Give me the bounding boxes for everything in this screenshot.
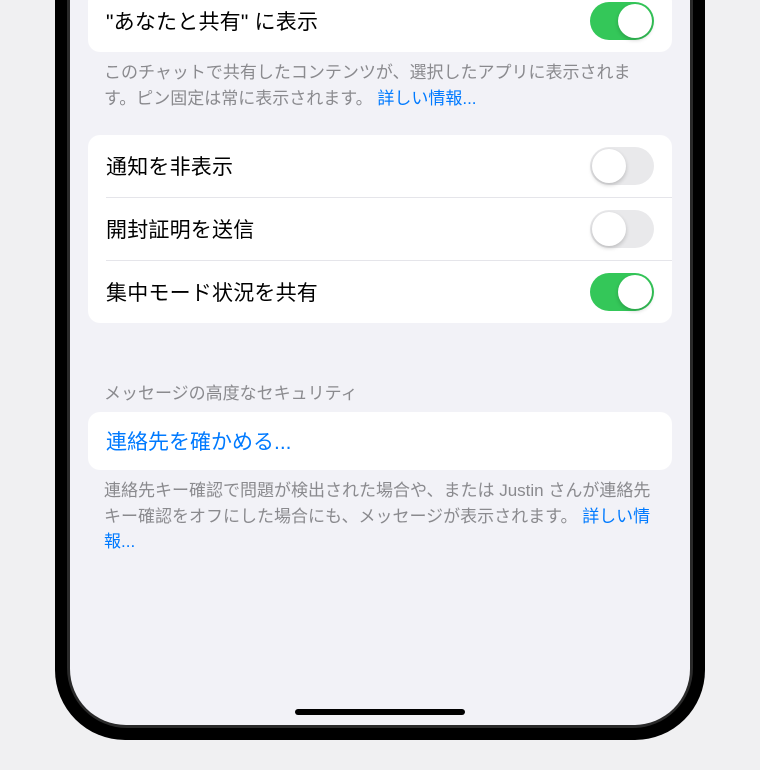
share-focus-row: 集中モード状況を共有 [106, 260, 672, 323]
shared-with-you-toggle[interactable] [590, 2, 654, 40]
toggle-knob [592, 149, 626, 183]
shared-with-you-card: "あなたと共有" に表示 [88, 0, 672, 52]
shared-with-you-row: "あなたと共有" に表示 [88, 0, 672, 52]
read-receipts-label: 開封証明を送信 [106, 214, 254, 244]
verify-contact-card: 連絡先を確かめる... [88, 412, 672, 470]
footer-description: 連絡先キー確認で問題が検出された場合や、または Justin さんが連絡先キー確… [104, 481, 650, 526]
read-receipts-row: 開封証明を送信 [106, 197, 672, 260]
toggle-knob [618, 4, 652, 38]
notifications-card: 通知を非表示 開封証明を送信 集中モード状況を共有 [88, 135, 672, 323]
share-focus-toggle[interactable] [590, 273, 654, 311]
advanced-security-header: メッセージの高度なセキュリティ [70, 379, 690, 412]
more-info-link[interactable]: 詳しい情報... [377, 89, 476, 108]
home-indicator[interactable] [295, 709, 465, 715]
toggle-knob [592, 212, 626, 246]
hide-alerts-label: 通知を非表示 [106, 151, 233, 181]
phone-frame: "あなたと共有" に表示 このチャットで共有したコンテンツが、選択したアプリに表… [55, 0, 705, 740]
shared-with-you-footer: このチャットで共有したコンテンツが、選択したアプリに表示されます。ピン固定は常に… [70, 52, 690, 111]
phone-screen: "あなたと共有" に表示 このチャットで共有したコンテンツが、選択したアプリに表… [70, 0, 690, 725]
share-focus-label: 集中モード状況を共有 [106, 277, 318, 307]
footer-description: このチャットで共有したコンテンツが、選択したアプリに表示されます。ピン固定は常に… [104, 63, 631, 108]
toggle-knob [618, 275, 652, 309]
verify-contact-row[interactable]: 連絡先を確かめる... [88, 412, 672, 470]
hide-alerts-toggle[interactable] [590, 147, 654, 185]
verify-contact-label: 連絡先を確かめる... [106, 431, 292, 454]
verify-contact-footer: 連絡先キー確認で問題が検出された場合や、または Justin さんが連絡先キー確… [70, 470, 690, 555]
hide-alerts-row: 通知を非表示 [88, 135, 672, 197]
shared-with-you-label: "あなたと共有" に表示 [106, 6, 318, 36]
settings-content: "あなたと共有" に表示 このチャットで共有したコンテンツが、選択したアプリに表… [70, 0, 690, 555]
read-receipts-toggle[interactable] [590, 210, 654, 248]
phone-inner-border: "あなたと共有" に表示 このチャットで共有したコンテンツが、選択したアプリに表… [67, 0, 693, 728]
